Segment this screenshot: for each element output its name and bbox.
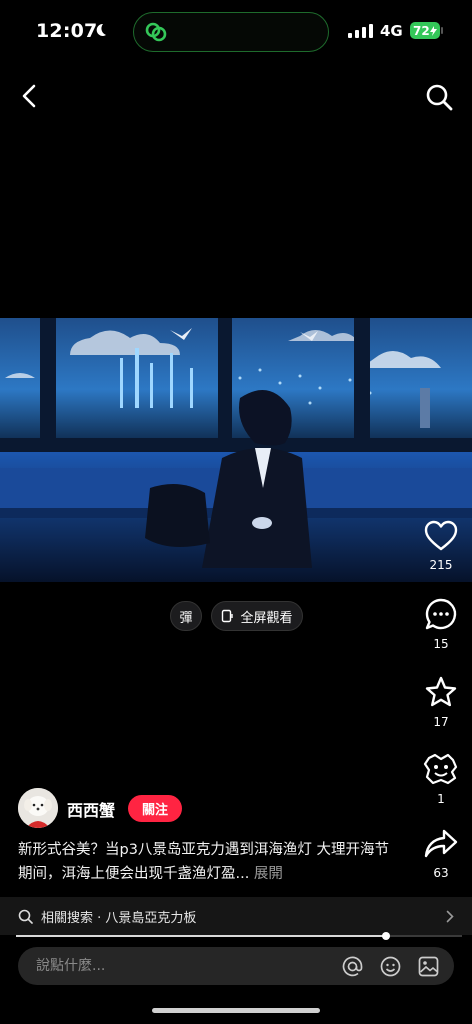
comment-input[interactable] — [34, 957, 338, 975]
comment-button[interactable]: 15 — [420, 597, 462, 651]
like-button[interactable]: 215 — [420, 520, 462, 572]
network-type: 4G — [380, 22, 403, 40]
link-icon — [145, 22, 167, 42]
battery-cap — [441, 27, 443, 34]
star-icon — [425, 676, 457, 707]
share-count: 63 — [433, 866, 449, 880]
video-progress-handle[interactable] — [382, 932, 390, 940]
share-button[interactable]: 63 — [420, 828, 462, 880]
signal-icon — [348, 24, 373, 38]
emoji-reaction-icon — [423, 753, 458, 785]
comment-bar[interactable] — [18, 947, 454, 985]
video-player[interactable] — [0, 318, 472, 582]
author-name[interactable]: 西西蟹 — [67, 797, 115, 821]
related-search-bar[interactable]: 相關搜索 · 八景島亞克力板 — [0, 897, 472, 935]
avatar[interactable] — [18, 788, 58, 828]
share-icon — [424, 829, 458, 858]
danmu-toggle-button[interactable]: 彈 — [170, 601, 202, 631]
chevron-right-icon — [446, 910, 454, 923]
image-icon[interactable] — [418, 956, 439, 977]
related-search-label: 相關搜索 · 八景島亞克力板 — [41, 910, 197, 926]
comment-count: 15 — [433, 637, 449, 651]
charging-icon — [429, 25, 437, 36]
video-frame-illustration — [0, 318, 472, 582]
emoji-reaction-count: 1 — [437, 792, 445, 806]
battery-icon: 72 — [410, 22, 440, 39]
fullscreen-label: 全屏觀看 — [240, 610, 293, 626]
emoji-reaction-button[interactable]: 1 — [420, 752, 462, 806]
collect-count: 17 — [433, 715, 449, 729]
caption-text: 新形式谷美？当p3八景岛亚克力遇到洱海渔灯 大理开海节期间，洱海上便会出现千盏渔… — [18, 842, 390, 882]
collect-button[interactable]: 17 — [420, 675, 462, 729]
post-caption[interactable]: 新形式谷美？当p3八景岛亚克力遇到洱海渔灯 大理开海节期间，洱海上便会出现千盏渔… — [18, 838, 390, 886]
fullscreen-button[interactable]: 全屏觀看 — [211, 601, 303, 631]
mention-icon[interactable] — [342, 956, 363, 977]
video-progress-fill — [16, 935, 386, 937]
expand-link[interactable]: 展開 — [249, 866, 283, 882]
avatar-image — [18, 788, 58, 828]
home-indicator[interactable] — [152, 1008, 320, 1013]
search-icon — [18, 909, 33, 924]
moon-icon — [96, 23, 106, 36]
fullscreen-icon — [222, 609, 234, 623]
battery-level: 72 — [413, 23, 430, 38]
search-icon[interactable] — [424, 82, 454, 112]
chevron-left-icon[interactable] — [16, 82, 44, 110]
follow-button[interactable]: 關注 — [128, 795, 182, 822]
dynamic-island[interactable] — [133, 12, 329, 52]
status-time: 12:07 — [36, 20, 98, 42]
heart-icon — [424, 520, 458, 551]
like-count: 215 — [429, 558, 453, 572]
comment-icon — [425, 598, 457, 630]
emoji-icon[interactable] — [380, 956, 401, 977]
